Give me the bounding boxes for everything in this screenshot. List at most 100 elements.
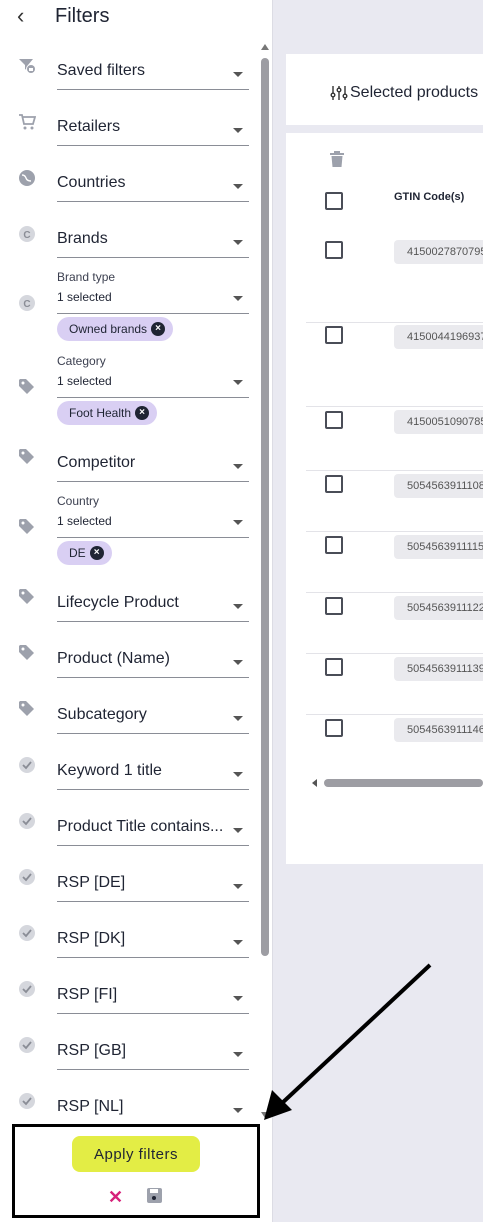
- save-icon[interactable]: [147, 1188, 162, 1203]
- chevron-down-icon: [233, 128, 243, 133]
- row-checkbox[interactable]: [325, 536, 343, 554]
- filter-select-keyword-1-title[interactable]: Keyword 1 title: [57, 756, 249, 790]
- filter-value: 1 selected: [57, 514, 112, 528]
- gtin-code: 5054563911139: [394, 657, 483, 681]
- filter-select-lifecycle-product[interactable]: Lifecycle Product: [57, 588, 249, 622]
- remove-chip-icon[interactable]: ×: [151, 322, 166, 336]
- scroll-left-arrow[interactable]: [312, 779, 317, 787]
- filter-label: Saved filters: [57, 62, 146, 79]
- tag-icon: [18, 700, 36, 718]
- filter-label: Retailers: [57, 118, 121, 135]
- svg-text:C: C: [23, 230, 30, 241]
- row-checkbox[interactable]: [325, 326, 343, 344]
- check-circle-icon: [18, 924, 36, 942]
- filter-label: Subcategory: [57, 706, 147, 723]
- panel-header: ‹ Filters: [0, 0, 273, 36]
- remove-chip-icon[interactable]: ×: [135, 406, 150, 420]
- row-checkbox[interactable]: [325, 241, 343, 259]
- filter-select-subcategory[interactable]: Subcategory: [57, 700, 249, 734]
- horizontal-scrollbar[interactable]: [308, 778, 483, 788]
- tag-icon: [18, 588, 36, 606]
- filter-select-product-title-contains[interactable]: Product Title contains...: [57, 812, 249, 846]
- column-header-gtin[interactable]: GTIN Code(s): [394, 191, 464, 203]
- gtin-code: 4150051090785: [394, 410, 483, 434]
- row-checkbox[interactable]: [325, 475, 343, 493]
- chevron-down-icon: [233, 716, 243, 721]
- check-circle-icon: [18, 756, 36, 774]
- gtin-code: 5054563911115: [394, 535, 483, 559]
- tag-icon: [18, 644, 36, 662]
- filter-select-country[interactable]: Country 1 selected: [57, 494, 249, 538]
- filter-chip[interactable]: Foot Health ×: [57, 401, 158, 425]
- check-circle-icon: [18, 868, 36, 886]
- scroll-down-arrow[interactable]: [261, 1112, 269, 1118]
- row-divider: [306, 531, 483, 532]
- chevron-down-icon: [233, 828, 243, 833]
- row-checkbox[interactable]: [325, 719, 343, 737]
- select-all-checkbox[interactable]: [325, 192, 343, 210]
- chevron-down-icon: [233, 1108, 243, 1113]
- filter-label: Product (Name): [57, 650, 170, 667]
- filter-select-brands[interactable]: Brands: [57, 224, 249, 258]
- scrollbar-thumb[interactable]: [261, 58, 269, 956]
- chevron-down-icon: [233, 996, 243, 1001]
- filter-label: Countries: [57, 174, 126, 191]
- check-circle-icon: [18, 1036, 36, 1054]
- filter-select-rsp-de[interactable]: RSP [DE]: [57, 868, 249, 902]
- filter-chip[interactable]: Owned brands ×: [57, 317, 174, 341]
- chevron-left-icon[interactable]: ‹: [17, 5, 35, 28]
- filter-select-saved-filters[interactable]: Saved filters: [57, 56, 249, 90]
- row-divider: [306, 406, 483, 407]
- filter-select-countries[interactable]: Countries: [57, 168, 249, 202]
- gtin-code: 5054563911146: [394, 718, 483, 742]
- chevron-down-icon: [233, 660, 243, 665]
- filter-sublabel: Category: [57, 354, 106, 368]
- filter-chip-label: DE: [69, 546, 86, 560]
- filter-select-product-name[interactable]: Product (Name): [57, 644, 249, 678]
- remove-chip-icon[interactable]: ×: [89, 546, 104, 560]
- chevron-down-icon: [233, 380, 243, 385]
- filter-value: 1 selected: [57, 374, 112, 388]
- selected-products-card: Selected products: [286, 54, 483, 125]
- filter-label: Competitor: [57, 454, 136, 471]
- filter-select-retailers[interactable]: Retailers: [57, 112, 249, 146]
- products-table: GTIN Code(s) 4150027870795 4150044196937 4…: [286, 133, 483, 864]
- gtin-code: 4150027870795: [394, 240, 483, 264]
- row-checkbox[interactable]: [325, 597, 343, 615]
- globe-icon: [18, 169, 36, 187]
- row-divider: [306, 592, 483, 593]
- close-icon[interactable]: ✕: [108, 1188, 123, 1206]
- filter-label: RSP [DE]: [57, 874, 126, 891]
- check-circle-icon: [18, 1092, 36, 1110]
- filter-select-rsp-gb[interactable]: RSP [GB]: [57, 1036, 249, 1070]
- filter-label: RSP [GB]: [57, 1042, 127, 1059]
- selected-products-label[interactable]: Selected products: [350, 84, 478, 102]
- filter-select-category[interactable]: Category 1 selected: [57, 354, 249, 398]
- horizontal-scrollbar-thumb[interactable]: [324, 779, 483, 787]
- filter-footer: Apply filters ✕: [12, 1124, 260, 1218]
- filter-value: 1 selected: [57, 290, 112, 304]
- row-divider: [306, 470, 483, 471]
- filter-chip[interactable]: DE ×: [57, 541, 112, 565]
- apply-filters-button[interactable]: Apply filters: [72, 1136, 200, 1172]
- row-checkbox[interactable]: [325, 411, 343, 429]
- chevron-down-icon: [233, 240, 243, 245]
- trash-icon[interactable]: [330, 151, 344, 167]
- chevron-down-icon: [233, 940, 243, 945]
- filter-label: RSP [NL]: [57, 1098, 124, 1115]
- chevron-down-icon: [233, 520, 243, 525]
- filter-label: Product Title contains...: [57, 818, 224, 835]
- filter-select-brand-type[interactable]: Brand type 1 selected: [57, 270, 249, 314]
- filter-select-rsp-nl[interactable]: RSP [NL]: [57, 1092, 249, 1126]
- filter-select-rsp-dk[interactable]: RSP [DK]: [57, 924, 249, 958]
- filter-select-rsp-fi[interactable]: RSP [FI]: [57, 980, 249, 1014]
- row-divider: [306, 653, 483, 654]
- chevron-down-icon: [233, 184, 243, 189]
- scroll-up-arrow[interactable]: [261, 44, 269, 50]
- filter-select-competitor[interactable]: Competitor: [57, 448, 249, 482]
- tag-icon: [18, 448, 36, 466]
- filter-label: Brands: [57, 230, 108, 247]
- svg-text:C: C: [23, 299, 30, 310]
- row-checkbox[interactable]: [325, 658, 343, 676]
- chevron-down-icon: [233, 884, 243, 889]
